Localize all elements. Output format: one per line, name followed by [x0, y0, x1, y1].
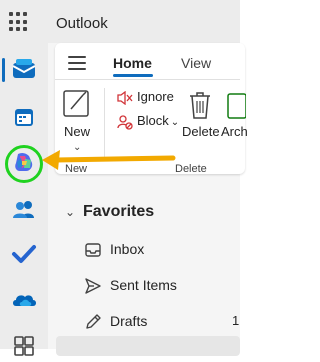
send-icon [85, 278, 101, 294]
favorites-label: Favorites [83, 203, 155, 220]
archive-icon[interactable] [226, 92, 246, 120]
ignore-icon [117, 90, 133, 105]
hamburger-menu-icon[interactable] [68, 56, 86, 70]
delete-label[interactable]: Delete [182, 124, 220, 139]
tab-view[interactable]: View [181, 55, 211, 71]
app-title: Outlook [56, 15, 108, 32]
ribbon-tabs: Home View [55, 43, 240, 83]
trash-icon[interactable] [187, 90, 213, 120]
tab-home[interactable]: Home [113, 55, 152, 71]
calendar-icon[interactable] [8, 101, 40, 133]
inbox-icon [85, 243, 101, 257]
folder-inbox[interactable]: Inbox [60, 232, 240, 268]
onedrive-icon[interactable] [8, 284, 40, 316]
folder-label: Drafts [110, 313, 148, 329]
app-launcher-icon[interactable] [9, 12, 29, 32]
folder-drafts[interactable]: Drafts 1 [60, 304, 240, 340]
archive-label[interactable]: Arch [221, 124, 248, 139]
block-icon [117, 114, 133, 130]
apps-icon[interactable] [8, 330, 40, 362]
folder-sent-items[interactable]: Sent Items [60, 268, 240, 304]
folder-label: Inbox [110, 241, 145, 257]
mail-icon[interactable] [8, 54, 40, 86]
drafts-pencil-icon [86, 314, 101, 329]
ignore-button[interactable]: Ignore [117, 89, 174, 105]
new-button-label: New [64, 124, 91, 139]
folder-label: Sent Items [110, 277, 177, 293]
ribbon-divider [55, 79, 240, 80]
unread-count: 1 [232, 313, 240, 328]
chevron-down-icon: ⌄ [65, 205, 76, 219]
compose-icon [63, 90, 89, 117]
block-button[interactable]: Block ⌄ [117, 113, 179, 130]
chevron-down-icon: ⌄ [170, 117, 180, 128]
favorites-header[interactable]: ⌄ Favorites [60, 196, 240, 232]
ignore-label: Ignore [137, 89, 174, 104]
pointer-arrow-annotation [42, 150, 176, 170]
rail-active-indicator [2, 58, 5, 82]
people-icon[interactable] [8, 193, 40, 225]
selected-folder-row[interactable] [56, 336, 240, 356]
block-label: Block [137, 113, 169, 128]
active-tab-indicator [113, 74, 153, 77]
todo-check-icon[interactable] [8, 238, 40, 270]
